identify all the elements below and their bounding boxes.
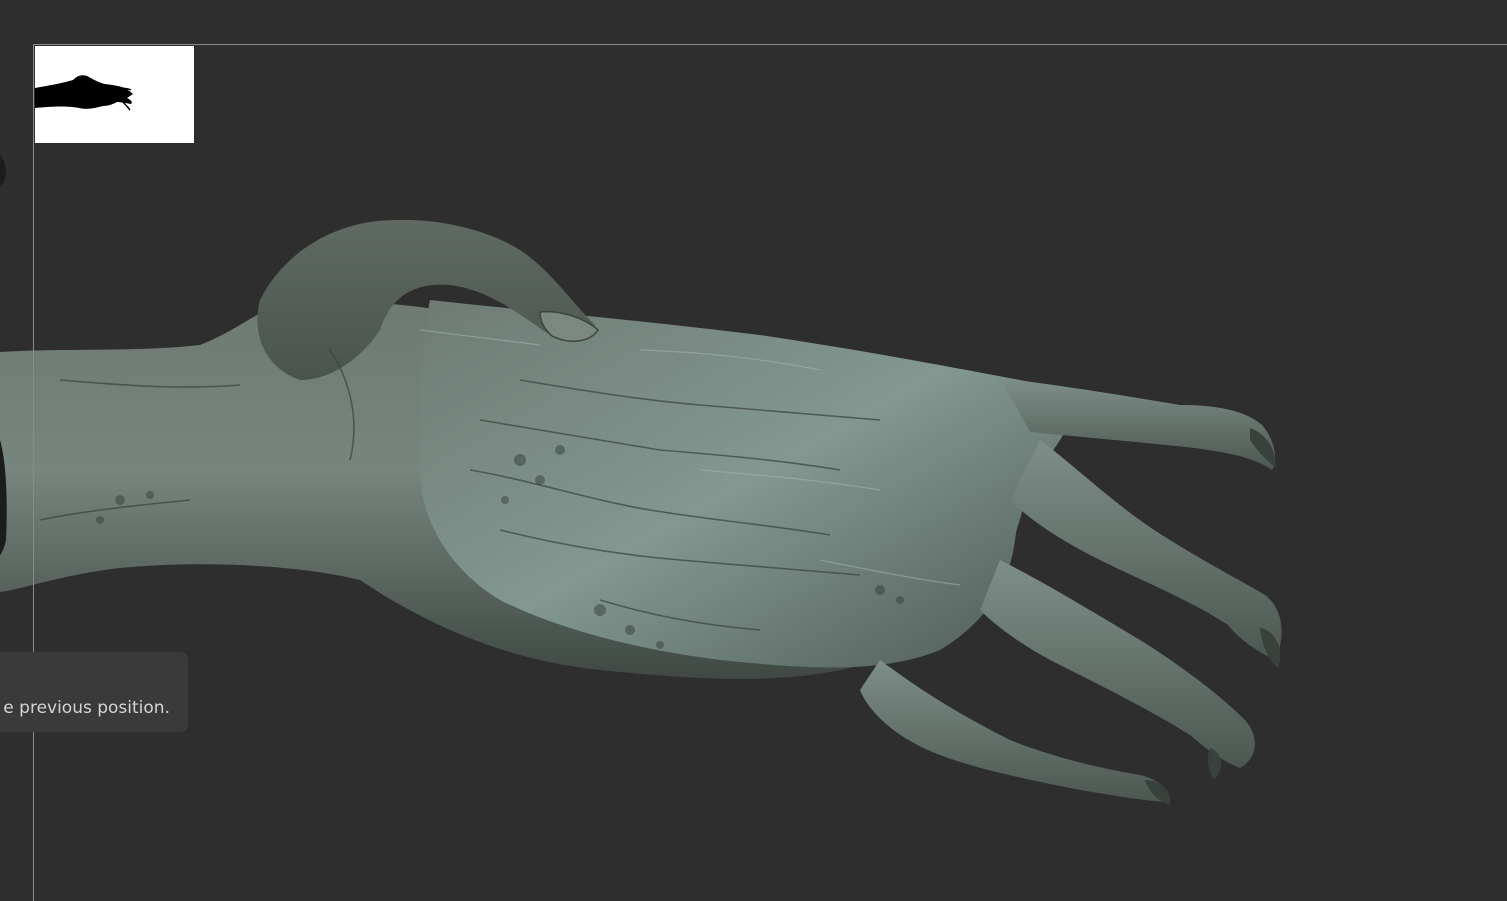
navigator-silhouette [35,75,133,111]
tooltip-text: e previous position. [3,698,170,718]
canvas-border-top [33,44,1507,45]
navigator-thumbnail[interactable] [35,46,194,143]
hand-model-render[interactable] [0,0,1507,901]
left-edge-object-top [0,155,6,186]
3d-viewport[interactable] [0,0,1507,901]
hint-tooltip: e previous position. [0,652,188,732]
canvas-border-left [33,44,34,901]
sculpt-app: e previous position. [0,0,1507,901]
